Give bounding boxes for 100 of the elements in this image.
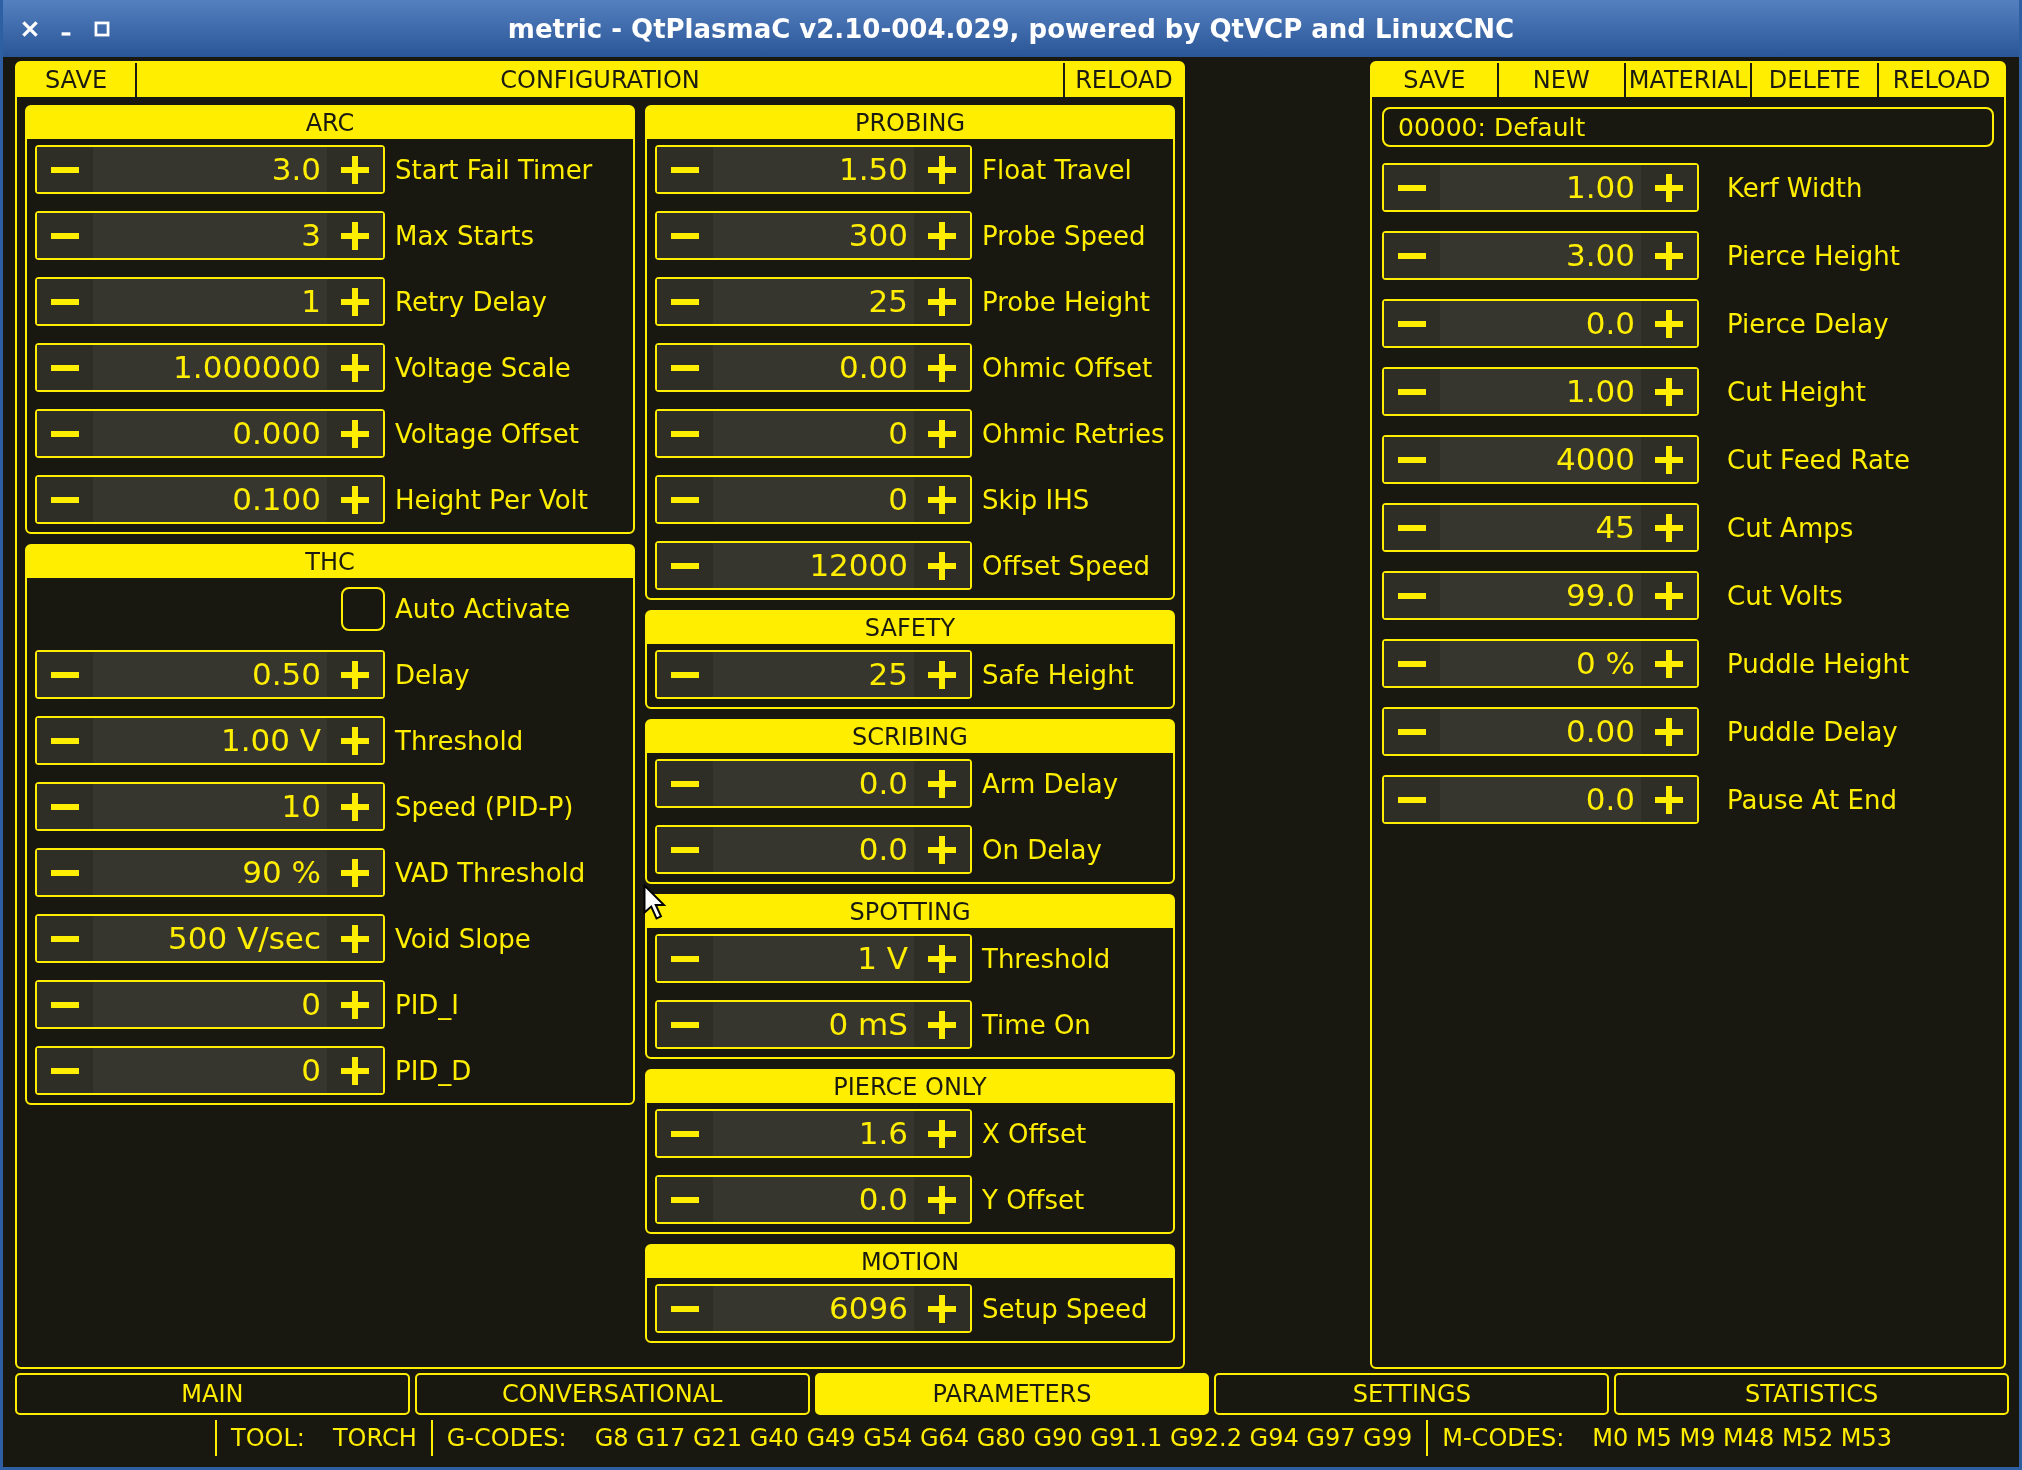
spin-box[interactable]: 45 bbox=[1382, 503, 1699, 552]
decrease-button[interactable] bbox=[37, 784, 93, 829]
increase-button[interactable] bbox=[914, 1111, 970, 1156]
increase-button[interactable] bbox=[327, 147, 383, 192]
decrease-button[interactable] bbox=[1384, 505, 1440, 550]
decrease-button[interactable] bbox=[1384, 777, 1440, 822]
decrease-button[interactable] bbox=[1384, 369, 1440, 414]
increase-button[interactable] bbox=[327, 982, 383, 1027]
increase-button[interactable] bbox=[914, 1286, 970, 1331]
spin-box[interactable]: 0.0 bbox=[655, 759, 972, 808]
tab[interactable]: CONVERSATIONAL bbox=[414, 1373, 810, 1415]
decrease-button[interactable] bbox=[1384, 641, 1440, 686]
tab[interactable]: SETTINGS bbox=[1214, 1373, 1610, 1415]
increase-button[interactable] bbox=[914, 1002, 970, 1047]
spin-box[interactable]: 0 % bbox=[1382, 639, 1699, 688]
increase-button[interactable] bbox=[327, 213, 383, 258]
decrease-button[interactable] bbox=[1384, 709, 1440, 754]
spin-box[interactable]: 1.000000 bbox=[35, 343, 385, 392]
increase-button[interactable] bbox=[327, 652, 383, 697]
spin-box[interactable]: 99.0 bbox=[1382, 571, 1699, 620]
decrease-button[interactable] bbox=[657, 652, 713, 697]
spin-box[interactable]: 0 bbox=[655, 409, 972, 458]
decrease-button[interactable] bbox=[37, 916, 93, 961]
spin-box[interactable]: 300 bbox=[655, 211, 972, 260]
increase-button[interactable] bbox=[914, 477, 970, 522]
spin-box[interactable]: 90 % bbox=[35, 848, 385, 897]
spin-box[interactable]: 0.0 bbox=[655, 825, 972, 874]
decrease-button[interactable] bbox=[37, 147, 93, 192]
increase-button[interactable] bbox=[1641, 709, 1697, 754]
increase-button[interactable] bbox=[327, 477, 383, 522]
increase-button[interactable] bbox=[327, 411, 383, 456]
tab[interactable]: PARAMETERS bbox=[814, 1373, 1210, 1415]
spin-box[interactable]: 0.0 bbox=[655, 1175, 972, 1224]
decrease-button[interactable] bbox=[657, 1002, 713, 1047]
decrease-button[interactable] bbox=[37, 982, 93, 1027]
increase-button[interactable] bbox=[1641, 233, 1697, 278]
increase-button[interactable] bbox=[914, 279, 970, 324]
decrease-button[interactable] bbox=[37, 718, 93, 763]
decrease-button[interactable] bbox=[657, 543, 713, 588]
material-selector[interactable]: 00000: Default bbox=[1382, 107, 1994, 147]
increase-button[interactable] bbox=[1641, 301, 1697, 346]
spin-box[interactable]: 1.6 bbox=[655, 1109, 972, 1158]
increase-button[interactable] bbox=[914, 1177, 970, 1222]
material-toolbar-button[interactable]: MATERIAL bbox=[1623, 63, 1751, 97]
spin-box[interactable]: 10 bbox=[35, 782, 385, 831]
spin-box[interactable]: 12000 bbox=[655, 541, 972, 590]
increase-button[interactable] bbox=[327, 345, 383, 390]
decrease-button[interactable] bbox=[1384, 165, 1440, 210]
decrease-button[interactable] bbox=[1384, 233, 1440, 278]
spin-box[interactable]: 1.50 bbox=[655, 145, 972, 194]
spin-box[interactable]: 4000 bbox=[1382, 435, 1699, 484]
decrease-button[interactable] bbox=[37, 850, 93, 895]
increase-button[interactable] bbox=[914, 761, 970, 806]
decrease-button[interactable] bbox=[1384, 437, 1440, 482]
spin-box[interactable]: 1.00 bbox=[1382, 367, 1699, 416]
increase-button[interactable] bbox=[327, 718, 383, 763]
tab[interactable]: MAIN bbox=[15, 1373, 410, 1415]
spin-box[interactable]: 0 bbox=[35, 1046, 385, 1095]
decrease-button[interactable] bbox=[657, 477, 713, 522]
increase-button[interactable] bbox=[1641, 641, 1697, 686]
spin-box[interactable]: 0.0 bbox=[1382, 775, 1699, 824]
spin-box[interactable]: 0.100 bbox=[35, 475, 385, 524]
spin-box[interactable]: 0.000 bbox=[35, 409, 385, 458]
spin-box[interactable]: 0 bbox=[35, 980, 385, 1029]
tab[interactable]: STATISTICS bbox=[1614, 1373, 2009, 1415]
increase-button[interactable] bbox=[1641, 437, 1697, 482]
decrease-button[interactable] bbox=[37, 652, 93, 697]
decrease-button[interactable] bbox=[657, 279, 713, 324]
spin-box[interactable]: 1.00 V bbox=[35, 716, 385, 765]
decrease-button[interactable] bbox=[657, 761, 713, 806]
spin-box[interactable]: 0.0 bbox=[1382, 299, 1699, 348]
spin-box[interactable]: 25 bbox=[655, 277, 972, 326]
increase-button[interactable] bbox=[914, 827, 970, 872]
spin-box[interactable]: 0.00 bbox=[655, 343, 972, 392]
increase-button[interactable] bbox=[327, 784, 383, 829]
spin-box[interactable]: 3 bbox=[35, 211, 385, 260]
decrease-button[interactable] bbox=[657, 345, 713, 390]
increase-button[interactable] bbox=[327, 850, 383, 895]
spin-box[interactable]: 0 mS bbox=[655, 1000, 972, 1049]
spin-box[interactable]: 500 V/sec bbox=[35, 914, 385, 963]
decrease-button[interactable] bbox=[37, 477, 93, 522]
spin-box[interactable]: 0.50 bbox=[35, 650, 385, 699]
increase-button[interactable] bbox=[914, 411, 970, 456]
spin-box[interactable]: 1.00 bbox=[1382, 163, 1699, 212]
increase-button[interactable] bbox=[914, 652, 970, 697]
increase-button[interactable] bbox=[327, 279, 383, 324]
increase-button[interactable] bbox=[1641, 505, 1697, 550]
decrease-button[interactable] bbox=[657, 1286, 713, 1331]
spin-box[interactable]: 1 V bbox=[655, 934, 972, 983]
spin-box[interactable]: 25 bbox=[655, 650, 972, 699]
spin-box[interactable]: 0.00 bbox=[1382, 707, 1699, 756]
decrease-button[interactable] bbox=[657, 1177, 713, 1222]
increase-button[interactable] bbox=[327, 1048, 383, 1093]
spin-box[interactable]: 3.0 bbox=[35, 145, 385, 194]
increase-button[interactable] bbox=[914, 345, 970, 390]
spin-box[interactable]: 3.00 bbox=[1382, 231, 1699, 280]
decrease-button[interactable] bbox=[37, 1048, 93, 1093]
spin-box[interactable]: 6096 bbox=[655, 1284, 972, 1333]
increase-button[interactable] bbox=[914, 936, 970, 981]
decrease-button[interactable] bbox=[37, 213, 93, 258]
